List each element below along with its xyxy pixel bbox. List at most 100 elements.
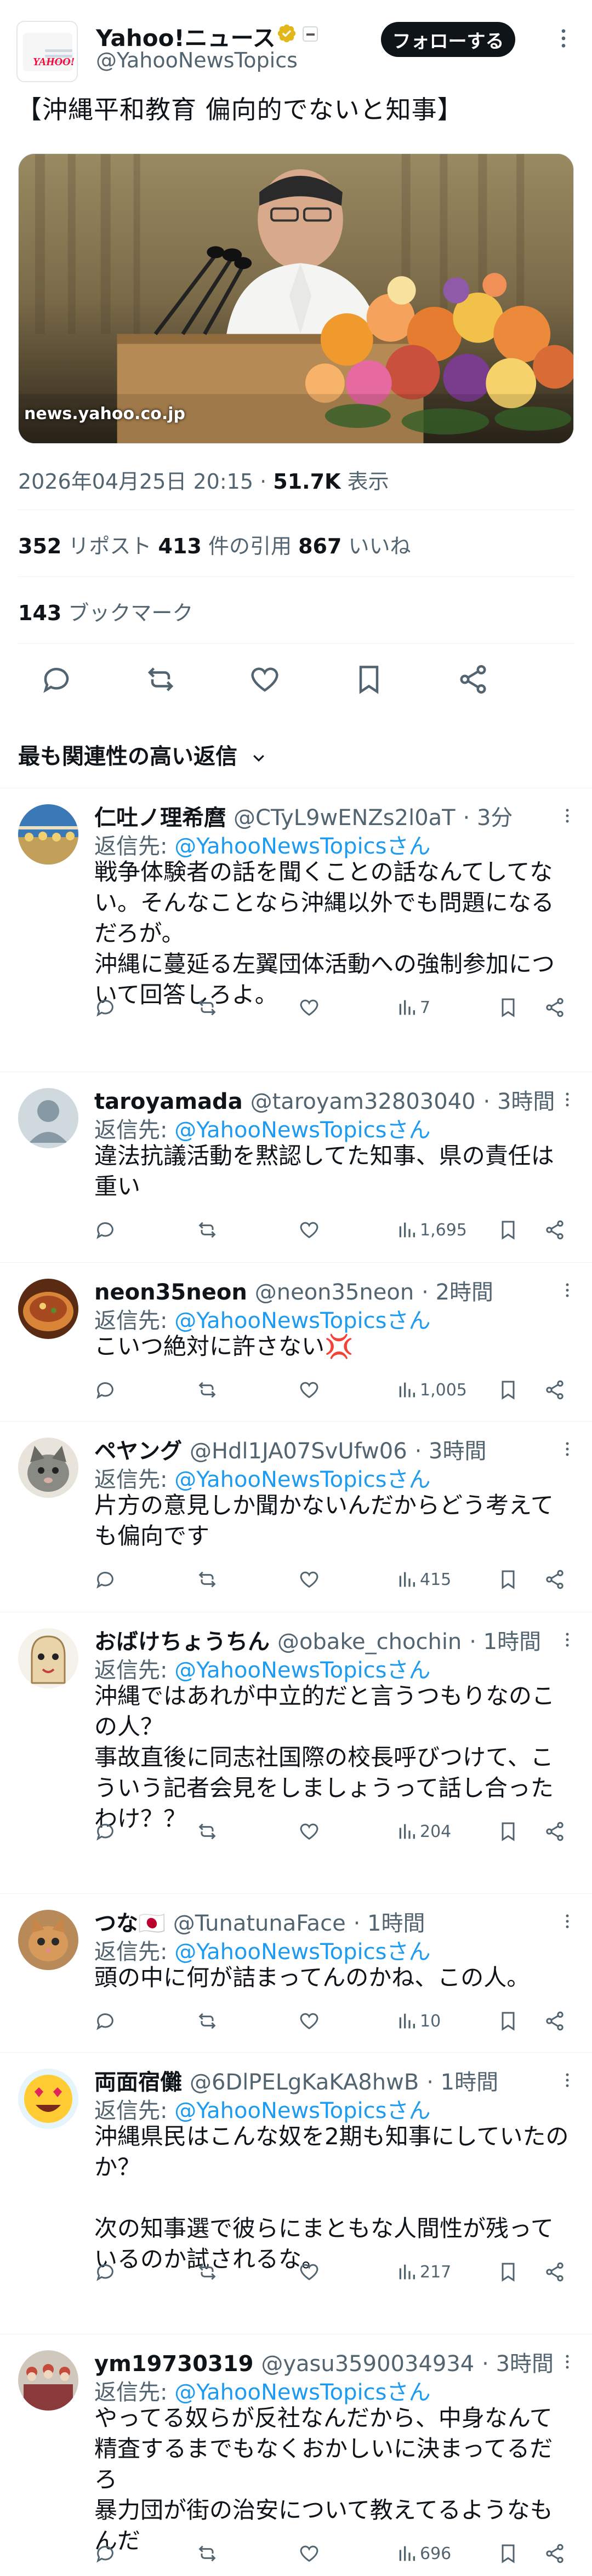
reply-author-name[interactable]: つな🇯🇵	[94, 1911, 166, 1936]
bookmark-button[interactable]	[497, 994, 519, 1021]
repost-button[interactable]	[196, 1566, 218, 1593]
reply-author-handle[interactable]: @CTyL9wENZs2l0aT	[234, 805, 456, 831]
reply-time[interactable]: · 3時間	[482, 2351, 554, 2377]
share-button[interactable]	[544, 1818, 566, 1845]
bookmark-button[interactable]	[497, 1216, 519, 1244]
like-button[interactable]	[298, 2540, 320, 2567]
reply-button[interactable]	[94, 2007, 116, 2035]
reply-button[interactable]	[94, 2540, 116, 2567]
repost-button[interactable]	[196, 994, 218, 1021]
reply-button[interactable]	[94, 1216, 116, 1244]
quote-count-label[interactable]: 件の引用	[208, 534, 292, 558]
reply-author[interactable]: neon35neon @neon35neon · 2時間	[94, 1274, 493, 1306]
reply-author[interactable]: おばけちょうちん @obake_chochin · 1時間	[94, 1624, 541, 1656]
account-handle[interactable]: @YahooNewsTopics	[96, 48, 298, 72]
share-button[interactable]	[544, 1376, 566, 1404]
repost-button[interactable]	[196, 1818, 218, 1845]
views-button[interactable]: 10	[396, 2007, 441, 2035]
reply-to-link[interactable]: @YahooNewsTopicsさん	[174, 1467, 430, 1492]
reply-button[interactable]	[94, 1818, 116, 1845]
reply-avatar[interactable]	[18, 1438, 78, 1498]
reply-button[interactable]	[94, 994, 116, 1021]
follow-button[interactable]: フォローする	[381, 22, 515, 57]
repost-count[interactable]: 352	[18, 534, 61, 558]
views-button[interactable]: 7	[396, 994, 430, 1021]
reply-avatar[interactable]	[18, 2350, 78, 2411]
repost-button[interactable]	[196, 1376, 218, 1404]
more-options-icon[interactable]	[559, 2072, 576, 2088]
post-image[interactable]	[18, 153, 574, 444]
views-button[interactable]: 696	[396, 2540, 451, 2567]
reply-author-handle[interactable]: @obake_chochin	[277, 1629, 462, 1655]
reply-time[interactable]: · 1時間	[354, 1911, 425, 1936]
reply-author[interactable]: ペヤング @Hdl1JA07SvUfw06 · 3時間	[94, 1433, 486, 1465]
repost-button[interactable]	[196, 2258, 218, 2286]
reply-to-link[interactable]: @YahooNewsTopicsさん	[174, 834, 430, 859]
reply-avatar[interactable]	[18, 1628, 78, 1688]
reply-time[interactable]: · 1時間	[469, 1629, 541, 1655]
views-button[interactable]: 1,695	[396, 1216, 467, 1244]
reply-avatar[interactable]	[18, 804, 78, 865]
views-button[interactable]: 1,005	[396, 1376, 467, 1404]
reply-time[interactable]: · 1時間	[426, 2070, 498, 2095]
like-button[interactable]	[298, 994, 320, 1021]
reply-sort-selector[interactable]: 最も関連性の高い返信	[18, 739, 267, 770]
account-avatar[interactable]: YAHOO!	[16, 21, 78, 82]
like-count-label[interactable]: いいね	[348, 534, 411, 558]
share-button[interactable]	[544, 2540, 566, 2567]
reply-author-name[interactable]: 両面宿儺	[94, 2070, 182, 2095]
share-icon[interactable]	[457, 663, 489, 696]
bookmark-button[interactable]	[497, 1376, 519, 1404]
more-options-icon[interactable]	[559, 1632, 576, 1648]
reply-avatar[interactable]	[18, 1910, 78, 1970]
quote-count[interactable]: 413	[158, 534, 202, 558]
reply-author-handle[interactable]: @TunatunaFace	[173, 1911, 346, 1936]
reply-author[interactable]: 仁吐ノ理希麿 @CTyL9wENZs2l0aT · 3分	[94, 800, 513, 832]
more-options-icon[interactable]	[559, 2354, 576, 2370]
share-button[interactable]	[544, 1216, 566, 1244]
reply-button[interactable]	[94, 2258, 116, 2286]
reply-author-name[interactable]: おばけちょうちん	[94, 1629, 270, 1655]
more-options-icon[interactable]	[559, 1091, 576, 1108]
reply-author-name[interactable]: ペヤング	[94, 1439, 182, 1464]
reply-to-link[interactable]: @YahooNewsTopicsさん	[174, 2380, 430, 2405]
reply-author-name[interactable]: 仁吐ノ理希麿	[94, 805, 226, 831]
reply-avatar[interactable]	[18, 1279, 78, 1339]
reply-icon[interactable]	[40, 663, 73, 696]
bookmark-icon[interactable]	[352, 663, 385, 696]
reply-author-handle[interactable]: @taroyam32803040	[251, 1089, 476, 1114]
bookmark-button[interactable]	[497, 2007, 519, 2035]
reply-time[interactable]: · 3時間	[483, 1089, 555, 1114]
reply-author[interactable]: ym19730319 @yasu3590034934 · 3時間	[94, 2346, 554, 2378]
reply-to-link[interactable]: @YahooNewsTopicsさん	[174, 1658, 430, 1683]
bookmark-button[interactable]	[497, 2540, 519, 2567]
more-options-icon[interactable]	[559, 1441, 576, 1457]
share-button[interactable]	[544, 994, 566, 1021]
reply-author-handle[interactable]: @Hdl1JA07SvUfw06	[190, 1439, 407, 1464]
more-options-icon[interactable]	[559, 808, 576, 824]
more-options-icon[interactable]	[559, 1913, 576, 1930]
share-button[interactable]	[544, 2007, 566, 2035]
reply-to-link[interactable]: @YahooNewsTopicsさん	[174, 1939, 430, 1965]
reply-avatar[interactable]	[18, 2069, 78, 2129]
like-button[interactable]	[298, 1566, 320, 1593]
repost-button[interactable]	[196, 2007, 218, 2035]
reply-button[interactable]	[94, 1566, 116, 1593]
reply-to-link[interactable]: @YahooNewsTopicsさん	[174, 2098, 430, 2123]
post-timestamp[interactable]: 2026年04月25日 20:15	[18, 470, 253, 494]
reply-to-link[interactable]: @YahooNewsTopicsさん	[174, 1308, 430, 1333]
reply-button[interactable]	[94, 1376, 116, 1404]
reply-author-handle[interactable]: @yasu3590034934	[261, 2351, 474, 2377]
bookmark-button[interactable]	[497, 1818, 519, 1845]
share-button[interactable]	[544, 2258, 566, 2286]
like-icon[interactable]	[248, 663, 281, 696]
share-button[interactable]	[544, 1566, 566, 1593]
reply-time[interactable]: · 2時間	[422, 1280, 493, 1305]
reply-time[interactable]: · 3分	[463, 805, 513, 831]
reply-author-name[interactable]: taroyamada	[94, 1089, 243, 1114]
like-button[interactable]	[298, 1818, 320, 1845]
bookmark-button[interactable]	[497, 2258, 519, 2286]
reply-author[interactable]: つな🇯🇵 @TunatunaFace · 1時間	[94, 1905, 425, 1937]
reply-author-name[interactable]: ym19730319	[94, 2351, 253, 2377]
reply-avatar[interactable]	[18, 1088, 78, 1148]
